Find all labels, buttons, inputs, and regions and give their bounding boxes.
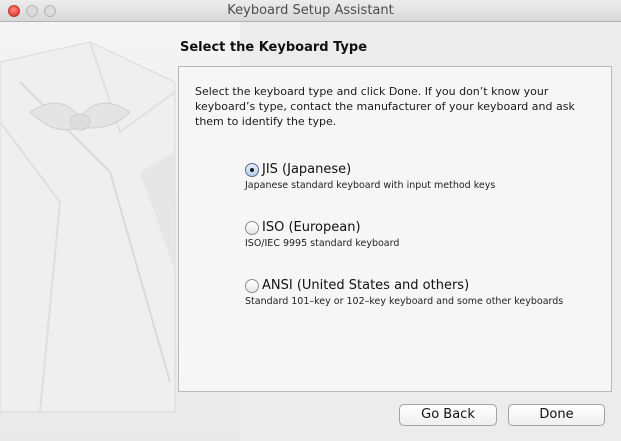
window-title: Keyboard Setup Assistant bbox=[227, 3, 394, 18]
page-title: Select the Keyboard Type bbox=[180, 40, 368, 55]
radio-iso[interactable] bbox=[245, 220, 259, 235]
done-button[interactable]: Done bbox=[508, 404, 605, 426]
title-bar: Keyboard Setup Assistant bbox=[0, 0, 621, 22]
go-back-button[interactable]: Go Back bbox=[399, 404, 497, 426]
option-label[interactable]: JIS (Japanese) bbox=[262, 162, 351, 177]
keyboard-setup-window: Keyboard Setup Assistant Select the Keyb… bbox=[0, 0, 621, 441]
radio-ansi[interactable] bbox=[245, 278, 259, 293]
radio-jis[interactable] bbox=[245, 162, 259, 177]
option-label[interactable]: ANSI (United States and others) bbox=[262, 278, 469, 293]
option-description: ISO/IEC 9995 standard keyboard bbox=[245, 238, 400, 249]
option-iso[interactable]: ISO (European) ISO/IEC 9995 standard key… bbox=[245, 220, 585, 250]
option-description: Standard 101–key or 102–key keyboard and… bbox=[245, 296, 564, 307]
option-jis[interactable]: JIS (Japanese) Japanese standard keyboar… bbox=[245, 162, 585, 192]
option-label[interactable]: ISO (European) bbox=[262, 220, 361, 235]
option-ansi[interactable]: ANSI (United States and others) Standard… bbox=[245, 278, 585, 308]
keyboard-type-panel: Select the keyboard type and click Done.… bbox=[178, 66, 612, 392]
option-description: Japanese standard keyboard with input me… bbox=[245, 180, 496, 191]
instructions-text: Select the keyboard type and click Done.… bbox=[195, 85, 575, 128]
